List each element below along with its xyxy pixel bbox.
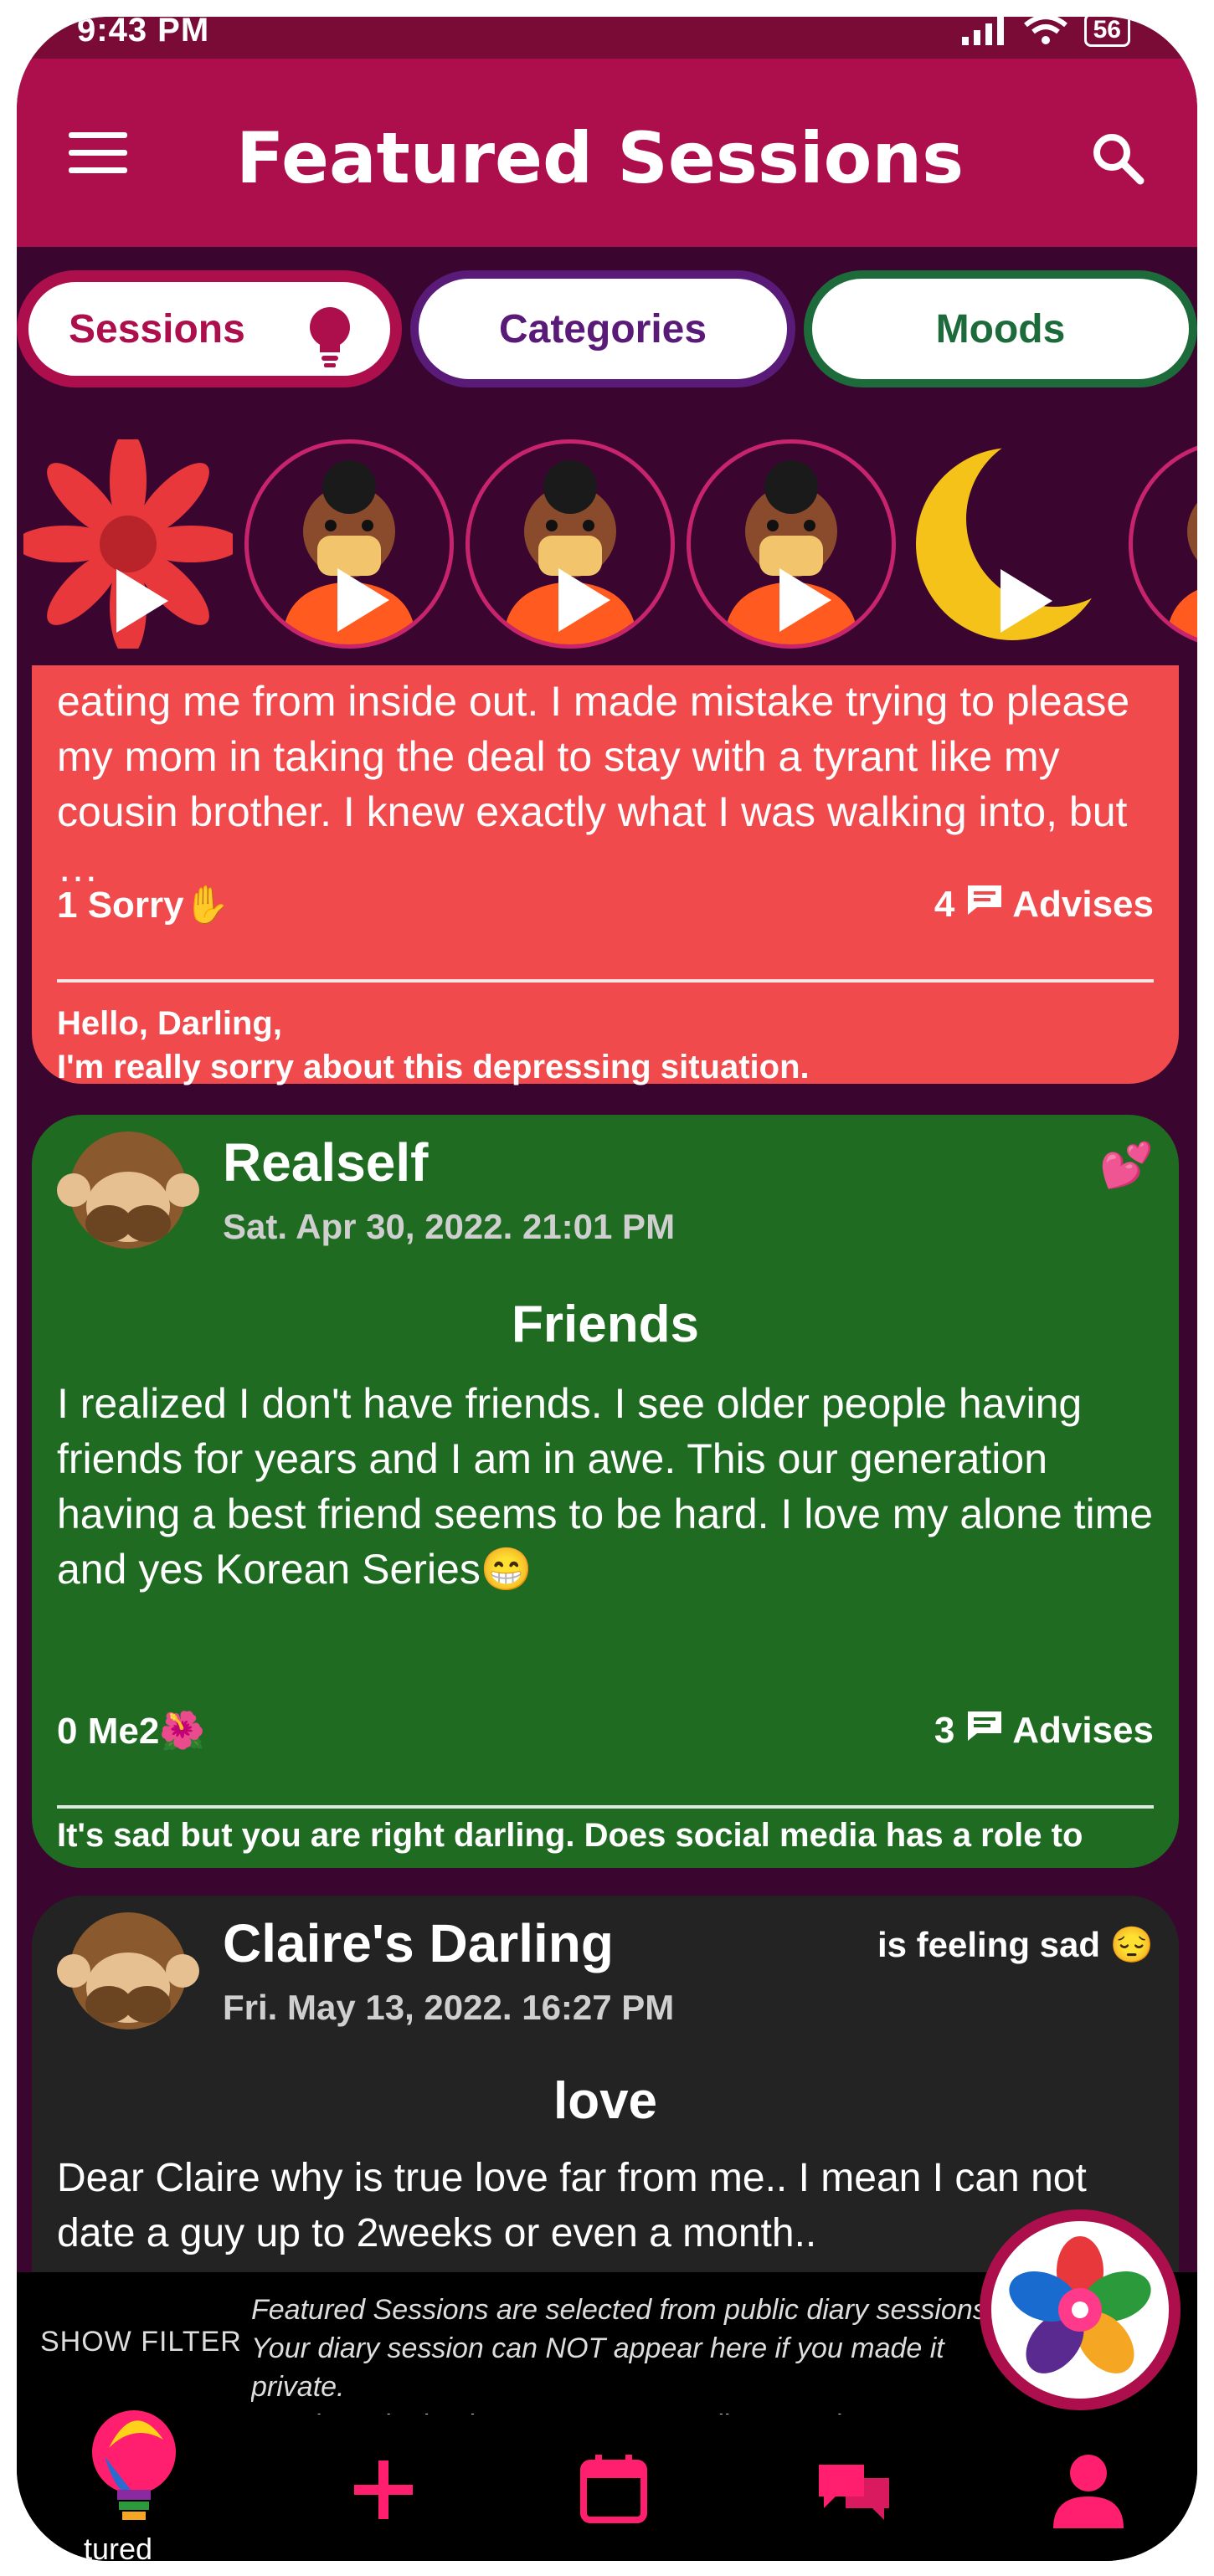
calendar-icon	[580, 2455, 647, 2523]
nav-add[interactable]	[342, 2448, 425, 2532]
advises-label: Advises	[1012, 884, 1154, 925]
play-icon	[558, 567, 610, 632]
signal-icon	[961, 17, 1004, 45]
story-flower[interactable]	[17, 431, 241, 657]
play-icon	[779, 567, 831, 632]
phone-screen: 9:43 PM 56 Featured Sessions Sessions Ca…	[17, 17, 1197, 2561]
menu-icon[interactable]	[69, 132, 127, 174]
status-time: 9:43 PM	[77, 17, 210, 49]
author-name[interactable]: Realself	[223, 1131, 428, 1193]
play-icon	[1001, 569, 1052, 633]
nav-profile[interactable]	[1047, 2448, 1130, 2532]
card-counts: 0 Me2🌺 3 Advises	[57, 1709, 1154, 1752]
diary-card[interactable]: Realself Sat. Apr 30, 2022. 21:01 PM 💕 F…	[32, 1115, 1179, 1868]
bottom-nav: tured	[17, 2410, 1197, 2561]
person-icon	[1053, 2455, 1124, 2528]
author-name[interactable]: Claire's Darling	[223, 1912, 614, 1974]
nav-calendar[interactable]	[572, 2448, 656, 2532]
tab-sessions[interactable]: Sessions	[17, 270, 402, 387]
nav-chat[interactable]	[812, 2448, 896, 2532]
show-filter-button[interactable]: SHOW FILTER	[40, 2326, 242, 2358]
spinning-flower-icon	[1009, 2236, 1151, 2373]
status-bar: 9:43 PM 56	[17, 17, 1197, 59]
lightbulb-icon	[310, 307, 350, 367]
plus-icon	[354, 2461, 413, 2519]
story-avatar-1[interactable]	[244, 439, 454, 649]
nav-featured[interactable]	[84, 2406, 184, 2532]
tab-moods[interactable]: Moods	[804, 270, 1197, 387]
diary-card[interactable]: eating me from inside out. I made mistak…	[32, 665, 1179, 1085]
nav-featured-label: tured	[84, 2532, 153, 2561]
advises-label: Advises	[1012, 1710, 1154, 1751]
me2-count[interactable]: 0 Me2🌺	[57, 1709, 205, 1752]
see-no-evil-monkey-icon	[57, 1131, 199, 1249]
story-avatar-4[interactable]	[1129, 439, 1197, 649]
card-body: Dear Claire why is true love far from me…	[57, 2156, 1087, 2255]
chat-bubble-icon	[967, 885, 1001, 915]
story-moon[interactable]	[908, 431, 1142, 649]
wifi-icon	[1023, 17, 1067, 44]
card-title: Friends	[512, 1296, 699, 1353]
status-icons: 56	[960, 17, 1130, 47]
app-bar: Featured Sessions	[17, 59, 1197, 247]
divider	[57, 979, 1154, 983]
card-body: eating me from inside out. I made mistak…	[57, 678, 1130, 890]
tab-bar: Sessions Categories Moods	[17, 247, 1197, 414]
advises-count[interactable]: 3 Advises	[934, 1709, 1154, 1752]
card-body: I realized I don't have friends. I see o…	[57, 1380, 1154, 1593]
card-reply: Hello, Darling, I'm really sorry about t…	[57, 1005, 810, 1085]
card-counts: 1 Sorry✋ 4 Advises	[57, 883, 1154, 926]
story-avatar-3[interactable]	[687, 439, 896, 649]
battery-indicator: 56	[1083, 17, 1130, 47]
advises-number: 4	[934, 884, 955, 925]
masked-person-icon	[1166, 502, 1197, 644]
hearts-emoji: 💕	[1099, 1142, 1154, 1190]
lightbulb-logo-icon	[92, 2410, 176, 2520]
feeling-status: is feeling sad 😔	[877, 1925, 1154, 1964]
sorry-count[interactable]: 1 Sorry✋	[57, 883, 229, 926]
post-date: Fri. May 13, 2022. 16:27 PM	[223, 1988, 675, 2027]
post-date: Sat. Apr 30, 2022. 21:01 PM	[223, 1207, 676, 1246]
play-icon	[337, 567, 389, 632]
tab-sessions-label: Sessions	[69, 306, 245, 352]
page-title: Featured Sessions	[236, 117, 965, 199]
divider	[57, 1805, 1154, 1809]
search-icon[interactable]	[1088, 129, 1147, 187]
chat-bubble-icon	[967, 1711, 1001, 1741]
card-title: love	[553, 2072, 658, 2130]
see-no-evil-monkey-icon	[57, 1912, 199, 2029]
play-icon	[116, 569, 168, 633]
advises-count[interactable]: 4 Advises	[934, 883, 1154, 926]
chat-bubbles-icon	[819, 2465, 889, 2520]
tab-categories[interactable]: Categories	[410, 270, 795, 387]
advises-number: 3	[934, 1710, 955, 1751]
new-session-button[interactable]	[980, 2209, 1181, 2410]
story-strip	[17, 414, 1197, 682]
story-avatar-2[interactable]	[466, 439, 675, 649]
card-reply: It's sad but you are right darling. Does…	[57, 1817, 1090, 1864]
